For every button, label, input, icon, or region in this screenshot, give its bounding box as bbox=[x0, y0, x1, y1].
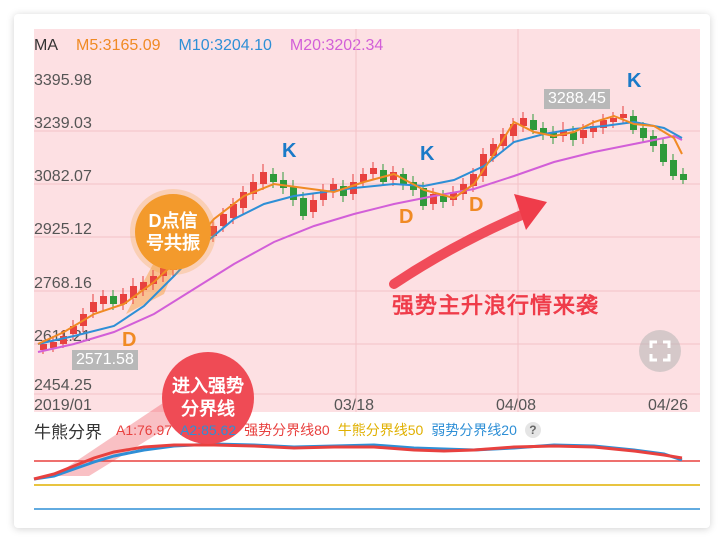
fullscreen-icon bbox=[649, 340, 671, 362]
candle-body bbox=[640, 128, 647, 138]
candle-body bbox=[660, 144, 667, 162]
d-signal-mark: D bbox=[469, 194, 484, 216]
kline-card: MA M5:3165.09 M10:3204.10 M20:3202.34 33… bbox=[14, 14, 710, 528]
candle-body bbox=[370, 168, 377, 174]
candle-body bbox=[620, 114, 627, 118]
strong-zone-line2: 分界线 bbox=[181, 399, 235, 419]
d-signal-mark: D bbox=[399, 206, 414, 228]
fullscreen-button[interactable] bbox=[639, 330, 681, 372]
candle-body bbox=[580, 130, 587, 138]
d-resonance-line1: D点信 bbox=[148, 211, 198, 231]
candle-body bbox=[270, 174, 277, 182]
a2-line bbox=[33, 443, 683, 481]
candle-body bbox=[220, 214, 227, 226]
weak-line-label: 弱势分界线20 bbox=[431, 422, 517, 438]
d-resonance-line2: 号共振 bbox=[146, 233, 200, 253]
candle-body bbox=[680, 174, 687, 180]
candle-body bbox=[260, 172, 267, 184]
low-price-tag: 2571.58 bbox=[72, 350, 138, 370]
candle-body bbox=[90, 302, 97, 312]
a2-value: A2:85.62 bbox=[180, 422, 237, 438]
candle-body bbox=[100, 296, 107, 304]
k-signal-mark: K bbox=[282, 140, 297, 162]
high-price-tag: 3288.45 bbox=[544, 89, 610, 109]
candle-body bbox=[300, 198, 307, 216]
candle-body bbox=[670, 160, 677, 176]
candle-body bbox=[440, 196, 447, 202]
indicator-legend: 牛熊分界 A1:76.97 A2:85.62 强势分界线80 牛熊分界线50 弱… bbox=[34, 418, 541, 443]
strong-line-label: 强势分界线80 bbox=[244, 422, 330, 438]
neutral-line-label: 牛熊分界线50 bbox=[337, 422, 424, 438]
trend-arrow-shaft bbox=[389, 209, 529, 289]
a1-value: A1:76.97 bbox=[116, 422, 173, 438]
k-signal-mark: K bbox=[627, 70, 642, 92]
candle-body bbox=[530, 120, 537, 130]
candle-body bbox=[310, 200, 317, 212]
trend-annotation: 强势主升浪行情来袭 bbox=[392, 293, 600, 318]
candle-body bbox=[110, 296, 117, 304]
candle-body bbox=[40, 344, 47, 350]
k-signal-mark: K bbox=[420, 143, 435, 165]
candle-body bbox=[610, 118, 617, 122]
candle-body bbox=[290, 186, 297, 200]
help-button[interactable]: ? bbox=[524, 422, 541, 438]
strong-zone-line1: 进入强势 bbox=[172, 376, 244, 396]
d-signal-mark: D bbox=[122, 329, 137, 351]
d-resonance-bubble: D点信 号共振 bbox=[135, 194, 211, 270]
indicator-title[interactable]: 牛熊分界 bbox=[34, 418, 102, 443]
